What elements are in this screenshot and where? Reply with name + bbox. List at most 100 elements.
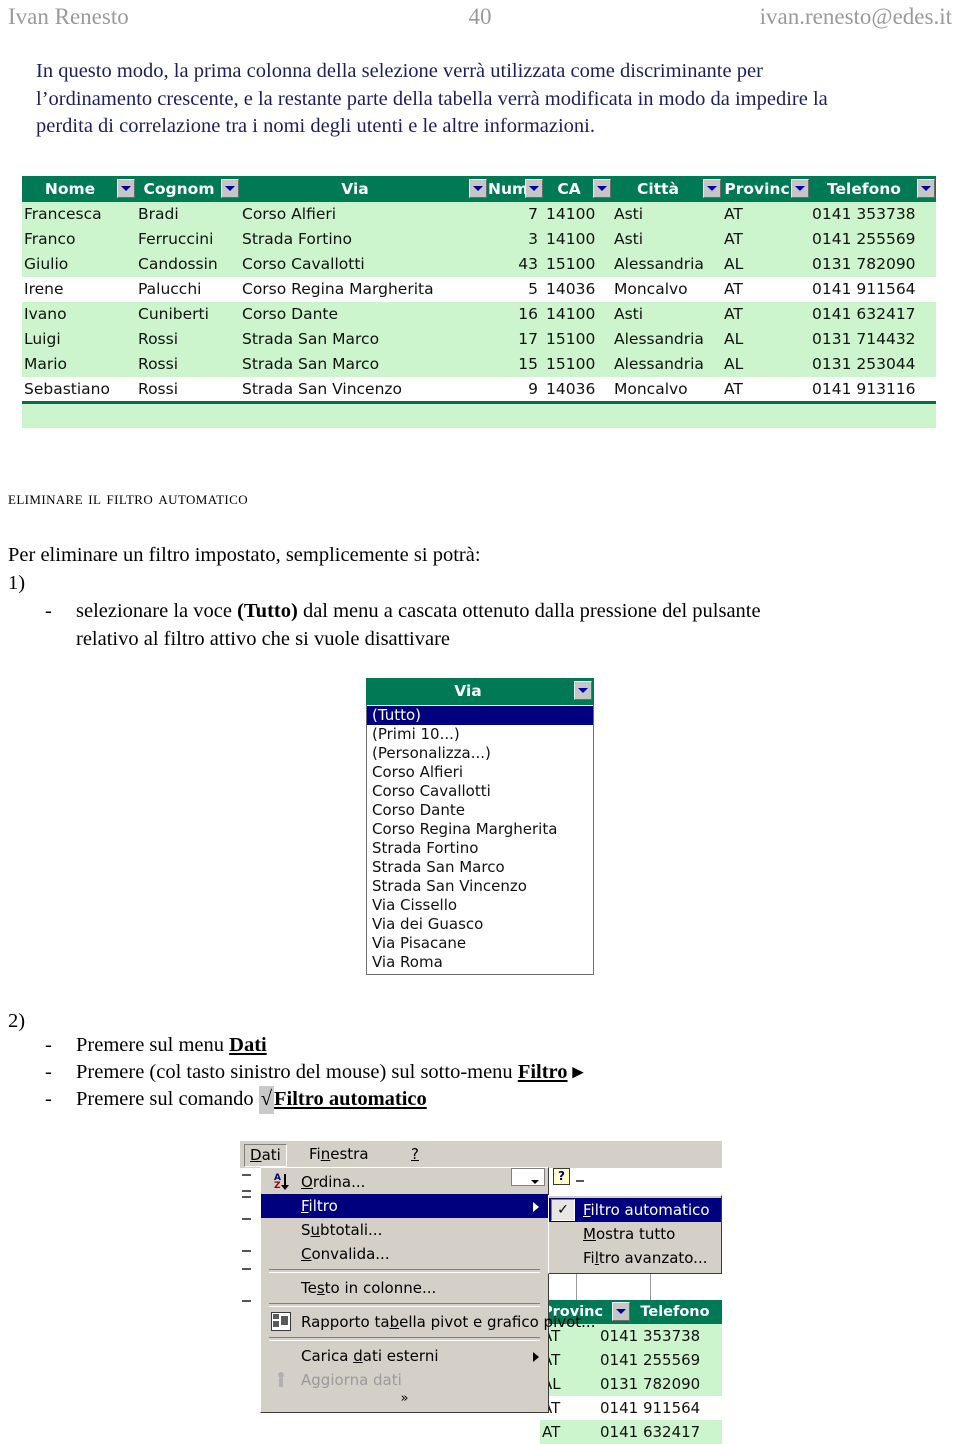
- dropdown-header-label: Via: [454, 682, 482, 700]
- underlay-cell-provincia: AT: [542, 1423, 561, 1441]
- table-cell: Strada San Vincenzo: [242, 380, 403, 398]
- submenu-item-label: Filtro avanzato...: [583, 1249, 708, 1267]
- submenu-item-mostra-tutto[interactable]: Mostra tutto: [549, 1222, 721, 1246]
- dati-menu-screenshot: Provinc Telefono AT 0141 353738 AT 0141 255…: [240, 1140, 722, 1444]
- table-cell: 7: [528, 205, 538, 223]
- section-heading: Eliminare il filtro automatico: [8, 488, 249, 509]
- underlay-cell-telefono: 0141 911564: [600, 1399, 701, 1417]
- table-cell: Palucchi: [138, 280, 202, 298]
- table-cell: Giulio: [24, 255, 69, 273]
- filter-arrow-icon[interactable]: [117, 179, 135, 198]
- dropdown-item[interactable]: Strada San Vincenzo: [367, 877, 593, 896]
- column-header-via: Via: [240, 176, 488, 202]
- table-row: Luigi Rossi Strada San Marco 17 15100 Alessan…: [22, 327, 936, 352]
- menu-item-label: Aggiorna dati: [301, 1371, 402, 1389]
- table-cell: 14100: [546, 305, 596, 323]
- menubar-item-dati[interactable]: Dati: [244, 1144, 287, 1167]
- table-cell: Rossi: [138, 330, 179, 348]
- column-header-citt-: Città: [612, 176, 722, 202]
- filtro-submenu-items[interactable]: ✓ Filtro automatico Mostra tutto Filtro ava…: [549, 1198, 721, 1270]
- refresh-icon: [277, 1372, 285, 1387]
- table-row: Sebastiano Rossi Strada San Vincenzo 9 14036…: [22, 377, 936, 402]
- menu-item-convalida[interactable]: Convalida...: [261, 1242, 548, 1266]
- submenu-item-filtro-automatico[interactable]: ✓ Filtro automatico: [549, 1198, 721, 1222]
- filter-arrow-icon[interactable]: [469, 179, 487, 198]
- step-2-item3-prefix: Premere sul comando: [76, 1088, 259, 1110]
- table-cell: Alessandria: [614, 330, 704, 348]
- table-body: Francesca Bradi Corso Alfieri 7 14100 Asti AT 0…: [22, 202, 936, 428]
- menubar-item-item[interactable]: ?: [406, 1144, 424, 1165]
- dropdown-item[interactable]: Via Roma: [367, 953, 593, 972]
- dropdown-item[interactable]: (Personalizza...): [367, 744, 593, 763]
- list-dash: -: [45, 1061, 52, 1083]
- filter-arrow-icon[interactable]: [791, 179, 809, 198]
- menu-item-ordina[interactable]: A Z Ordina...: [261, 1170, 548, 1194]
- filter-arrow-icon[interactable]: [703, 179, 721, 198]
- submenu-item-label: Mostra tutto: [583, 1225, 676, 1243]
- toolbar-combo-arrow-icon[interactable]: [531, 1180, 539, 1184]
- menu-item-subtotali[interactable]: Subtotali...: [261, 1218, 548, 1242]
- submenu-arrow-icon: [533, 1202, 539, 1212]
- dropdown-item[interactable]: Strada San Marco: [367, 858, 593, 877]
- dropdown-item[interactable]: Corso Cavallotti: [367, 782, 593, 801]
- list-dash: -: [45, 1034, 52, 1056]
- menu-item-carica-dati-esterni[interactable]: Carica dati esterni: [261, 1344, 548, 1368]
- step-1-item-1: - selezionare la voce (Tutto) dal menu a…: [45, 598, 916, 653]
- menu-bar[interactable]: Dati Finestra?: [240, 1140, 722, 1168]
- menu-item-label: Subtotali...: [301, 1221, 383, 1239]
- table-cell: 14100: [546, 205, 596, 223]
- table-cell: Ferruccini: [138, 230, 214, 248]
- dropdown-item[interactable]: Via Pisacane: [367, 934, 593, 953]
- filter-arrow-icon[interactable]: [593, 179, 611, 198]
- submenu-item-filtro-avanzato[interactable]: Filtro avanzato...: [549, 1246, 721, 1270]
- column-header-provinc: Provinc: [722, 176, 810, 202]
- filtro-submenu[interactable]: ? ✓ Filtro automatico Mostra tutto Filtro a…: [511, 1168, 722, 1274]
- dropdown-item[interactable]: Strada Fortino: [367, 839, 593, 858]
- dropdown-item[interactable]: Via Cissello: [367, 896, 593, 915]
- dati-dropdown-menu[interactable]: A Z Ordina... Filtro Subtotali... Convalida..…: [260, 1167, 595, 1413]
- filter-arrow-icon[interactable]: [525, 179, 543, 198]
- dropdown-item[interactable]: Corso Dante: [367, 801, 593, 820]
- step-2-item-2: - Premere (col tasto sinistro del mouse)…: [45, 1059, 916, 1087]
- expand-menu-chevron-icon[interactable]: »: [261, 1392, 548, 1409]
- step-1-number: 1): [8, 572, 26, 594]
- table-cell: AL: [724, 355, 744, 373]
- menu-item-rapporto-tabella-pivot-e-grafico-pivot[interactable]: Rapporto tabella pivot e grafico pivot..…: [261, 1310, 595, 1334]
- toolbar-combo-box[interactable]: [511, 1168, 545, 1186]
- table-cell: 43: [518, 255, 538, 273]
- accelerator-char: b: [389, 1313, 400, 1331]
- menubar-item-finestra[interactable]: Finestra: [304, 1144, 374, 1165]
- dropdown-item[interactable]: Corso Regina Margherita: [367, 820, 593, 839]
- dropdown-item-list[interactable]: (Tutto) (Primi 10...) (Personalizza...) Cor…: [366, 705, 594, 975]
- menu-item-testo-in-colonne[interactable]: Testo in colonne...: [261, 1276, 548, 1300]
- dropdown-item[interactable]: (Primi 10...): [367, 725, 593, 744]
- dropdown-item[interactable]: (Tutto): [367, 706, 593, 725]
- table-cell: 17: [518, 330, 538, 348]
- table-cell: AL: [724, 255, 744, 273]
- table-cell: 5: [528, 280, 538, 298]
- underlay-table-row: AT 0141 911564: [540, 1396, 722, 1420]
- submenu-arrow-icon: [533, 1352, 539, 1362]
- menu-separator: [269, 1303, 540, 1307]
- minimize-dash-icon[interactable]: [576, 1180, 584, 1182]
- table-cell: AT: [724, 280, 743, 298]
- filter-arrow-icon[interactable]: [221, 179, 239, 198]
- dropdown-item[interactable]: Corso Alfieri: [367, 763, 593, 782]
- menu-separator: [269, 1269, 540, 1273]
- table-cell: 15100: [546, 255, 596, 273]
- dropdown-item[interactable]: Via dei Guasco: [367, 915, 593, 934]
- help-question-icon[interactable]: ?: [553, 1168, 570, 1185]
- menu-item-filtro[interactable]: Filtro: [261, 1194, 548, 1218]
- table-cell: Ivano: [24, 305, 67, 323]
- table-cell: 14036: [546, 380, 596, 398]
- table-cell: Francesca: [24, 205, 102, 223]
- table-cell: Corso Cavallotti: [242, 255, 365, 273]
- filter-arrow-icon[interactable]: [574, 681, 592, 700]
- table-row: Mario Rossi Strada San Marco 15 15100 Alessan…: [22, 352, 936, 377]
- filter-arrow-icon[interactable]: [917, 179, 935, 198]
- table-cell: Strada Fortino: [242, 230, 352, 248]
- table-cell: 0141 353738: [812, 205, 916, 223]
- table-cell: Irene: [24, 280, 64, 298]
- table-cell: 0141 911564: [812, 280, 916, 298]
- table-cell: Rossi: [138, 355, 179, 373]
